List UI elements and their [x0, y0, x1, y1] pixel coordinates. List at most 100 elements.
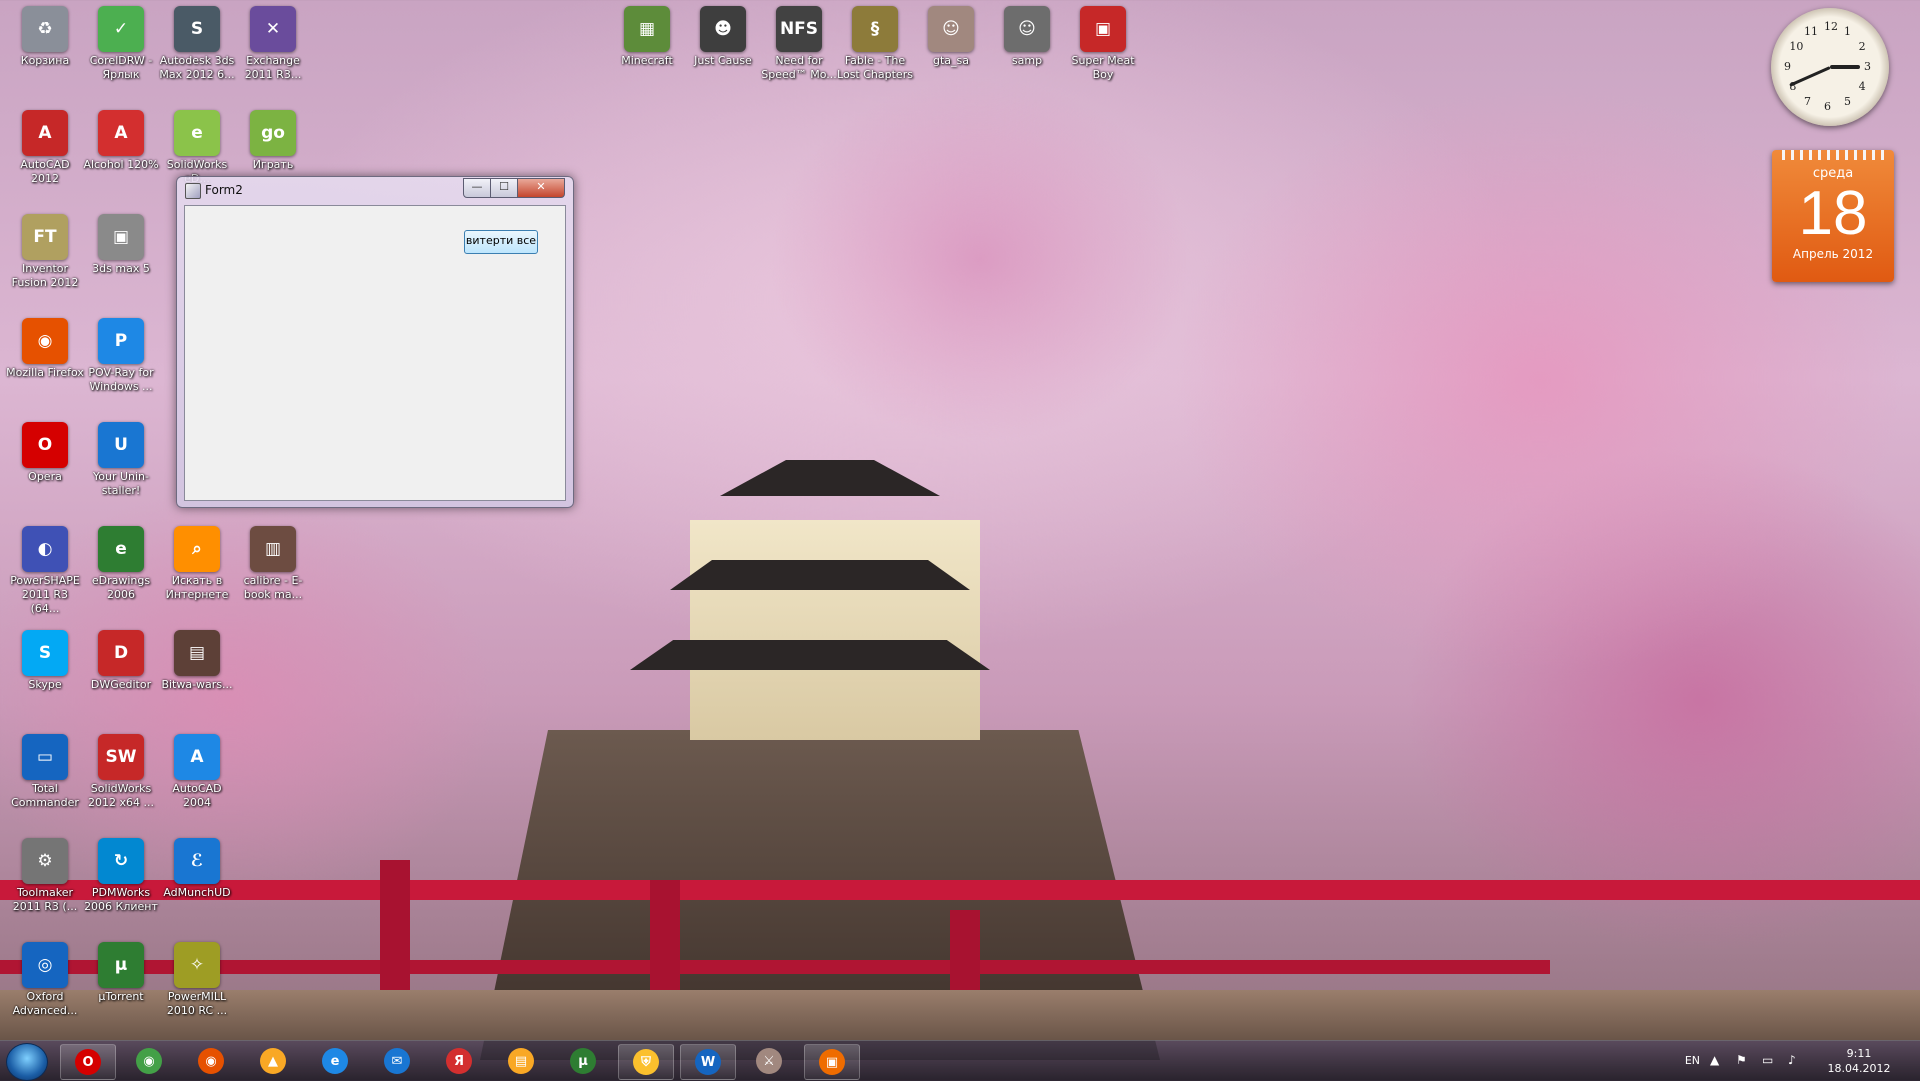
taskbar-button-utorrent[interactable]: µ: [556, 1044, 610, 1078]
desktop-icon[interactable]: S Autodesk 3ds Max 2012 6...: [158, 6, 236, 82]
desktop-icon[interactable]: ◎ Oxford Advanced...: [6, 942, 84, 1018]
desktop-icon[interactable]: eSolidWorks eD...: [158, 110, 236, 186]
form2-window[interactable]: Form2 — ☐ ✕ витерти все: [176, 176, 574, 508]
clock-number: 10: [1789, 40, 1804, 53]
window-titlebar[interactable]: Form2 — ☐ ✕: [177, 177, 573, 203]
desktop-icon[interactable]: ♻ Корзина: [6, 6, 84, 68]
maximize-button[interactable]: ☐: [490, 178, 518, 198]
tray-clock[interactable]: 9:11 18.04.2012: [1824, 1046, 1894, 1076]
app-shortcut-icon: ☺: [928, 6, 974, 52]
minimize-button[interactable]: —: [463, 178, 491, 198]
desktop-icon[interactable]: ▣ 3ds max 5: [82, 214, 160, 276]
app-shortcut-icon: ▦: [624, 6, 670, 52]
desktop-icon-label: Exchange 2011 R3...: [244, 54, 302, 81]
app-shortcut-icon: A: [22, 110, 68, 156]
desktop-icon[interactable]: ▥ calibre - E-book ma...: [234, 526, 312, 602]
taskbar-button-spartan[interactable]: ⚔: [742, 1044, 796, 1078]
app-shortcut-icon: ↻: [98, 838, 144, 884]
taskbar-button-aimp[interactable]: ▲: [246, 1044, 300, 1078]
desktop-icon-label: CorelDRW - Ярлык: [89, 54, 153, 81]
desktop-icon-label: DWGeditor: [90, 678, 152, 691]
clear-all-button[interactable]: витерти все: [464, 230, 538, 254]
volume-icon[interactable]: ♪: [1788, 1053, 1802, 1067]
start-button[interactable]: [6, 1043, 48, 1081]
desktop-icon[interactable]: P POV-Ray for Windows ...: [82, 318, 160, 394]
desktop-icon[interactable]: U Your Unin-staller!: [82, 422, 160, 498]
desktop-icon[interactable]: NFS Need for Speed™ Mo...: [760, 6, 838, 82]
bridge-deck: [0, 990, 1920, 1040]
app-shortcut-icon: ⚙: [22, 838, 68, 884]
desktop-icon[interactable]: ✕ Exchange 2011 R3...: [234, 6, 312, 82]
desktop-icon[interactable]: ▭ Total Commander: [6, 734, 84, 810]
taskbar-button-internet-explorer[interactable]: e: [308, 1044, 362, 1078]
app-shortcut-icon: ☺: [1004, 6, 1050, 52]
desktop-icon[interactable]: ✓ CorelDRW - Ярлык: [82, 6, 160, 82]
network-icon[interactable]: ▭: [1762, 1053, 1776, 1067]
desktop-icon-label: Играть: [252, 158, 294, 171]
app-shortcut-icon: ☻: [700, 6, 746, 52]
desktop-icon[interactable]: ◐ PowerSHAPE 2011 R3 (64...: [6, 526, 84, 616]
desktop-icon[interactable]: D DWGeditor: [82, 630, 160, 692]
taskbar-button-yandex[interactable]: Я: [432, 1044, 486, 1078]
desktop-icon[interactable]: ▦ Minecraft: [608, 6, 686, 68]
desktop-icon[interactable]: FT Inventor Fusion 2012: [6, 214, 84, 290]
desktop-icon-label: Need for Speed™ Mo...: [761, 54, 837, 81]
spartan-icon: ⚔: [756, 1048, 782, 1074]
desktop-icon[interactable]: ⌕ Искать в Интернете: [158, 526, 236, 602]
desktop-icon-label: Inventor Fusion 2012: [11, 262, 79, 289]
tray-time: 9:11: [1846, 1047, 1872, 1060]
clock-gadget[interactable]: 12 1 2 3 4 5 6 7 8 9 10 11: [1771, 8, 1889, 126]
taskbar-button-chrome[interactable]: ◉: [122, 1044, 176, 1078]
desktop-icon[interactable]: A AutoCAD 2012: [6, 110, 84, 186]
calendar-gadget[interactable]: среда 18 Апрель 2012: [1772, 150, 1894, 282]
taskbar-button-mail[interactable]: ✉: [370, 1044, 424, 1078]
desktop-icon[interactable]: ◉ Mozilla Firefox: [6, 318, 84, 380]
desktop-icon[interactable]: § Fable - The Lost Chapters: [836, 6, 914, 82]
desktop-icon-label: Autodesk 3ds Max 2012 6...: [159, 54, 235, 81]
desktop-icon-label: AdMunchUD: [163, 886, 231, 899]
taskbar-button-firefox[interactable]: ◉: [184, 1044, 238, 1078]
taskbar-button-explorer[interactable]: ▤: [494, 1044, 548, 1078]
desktop-icon-label: gta_sa: [932, 54, 969, 67]
bridge-post: [380, 860, 410, 990]
desktop-icon[interactable]: ☺ samp: [988, 6, 1066, 68]
app-shortcut-icon: ◎: [22, 942, 68, 988]
app-shortcut-icon: ✧: [174, 942, 220, 988]
desktop-icon[interactable]: S Skype: [6, 630, 84, 692]
desktop-icon[interactable]: A Alcohol 120%: [82, 110, 160, 172]
desktop-icon-label: Your Unin-staller!: [93, 470, 149, 497]
desktop-icon-label: Super Meat Boy: [1071, 54, 1135, 81]
close-button[interactable]: ✕: [517, 178, 565, 198]
desktop-icon[interactable]: ☻ Just Cause: [684, 6, 762, 68]
taskbar-button-opera[interactable]: O: [60, 1044, 116, 1080]
desktop-icon[interactable]: e eDrawings 2006: [82, 526, 160, 602]
desktop-icon[interactable]: ✧ PowerMILL 2010 RC ...: [158, 942, 236, 1018]
flag-icon[interactable]: ⚑: [1736, 1053, 1750, 1067]
desktop-icon-label: samp: [1011, 54, 1043, 67]
taskbar-button-word[interactable]: W: [680, 1044, 736, 1080]
desktop-icon[interactable]: A AutoCAD 2004: [158, 734, 236, 810]
calendar-day: 18: [1798, 179, 1868, 248]
desktop-icon[interactable]: ↻ PDMWorks 2006 Клиент: [82, 838, 160, 914]
taskbar-button-app-window[interactable]: ▣: [804, 1044, 860, 1080]
app-shortcut-icon: ✕: [250, 6, 296, 52]
tray-up-arrow-icon[interactable]: ▲: [1710, 1053, 1724, 1067]
desktop-icon[interactable]: ℰ AdMunchUD: [158, 838, 236, 900]
desktop-icon[interactable]: ☺ gta_sa: [912, 6, 990, 68]
app-shortcut-icon: A: [174, 734, 220, 780]
app-shortcut-icon: e: [174, 110, 220, 156]
desktop-icon-label: 3ds max 5: [92, 262, 150, 275]
taskbar-button-security[interactable]: ⛨: [618, 1044, 674, 1080]
desktop-icon[interactable]: ▤ Bitwa-wars...: [158, 630, 236, 692]
desktop-icon[interactable]: SW SolidWorks 2012 x64 ...: [82, 734, 160, 810]
calendar-month: Апрель 2012: [1792, 247, 1874, 261]
desktop-icon[interactable]: µ µTorrent: [82, 942, 160, 1004]
desktop-icon[interactable]: O Opera: [6, 422, 84, 484]
desktop-icon[interactable]: ▣ Super Meat Boy: [1064, 6, 1142, 82]
desktop-icon[interactable]: go Играть: [234, 110, 312, 172]
app-shortcut-icon: NFS: [776, 6, 822, 52]
desktop-icon[interactable]: ⚙ Toolmaker 2011 R3 (...: [6, 838, 84, 914]
app-shortcut-icon: go: [250, 110, 296, 156]
language-indicator[interactable]: EN: [1685, 1054, 1700, 1067]
clock-number: 11: [1804, 25, 1818, 39]
